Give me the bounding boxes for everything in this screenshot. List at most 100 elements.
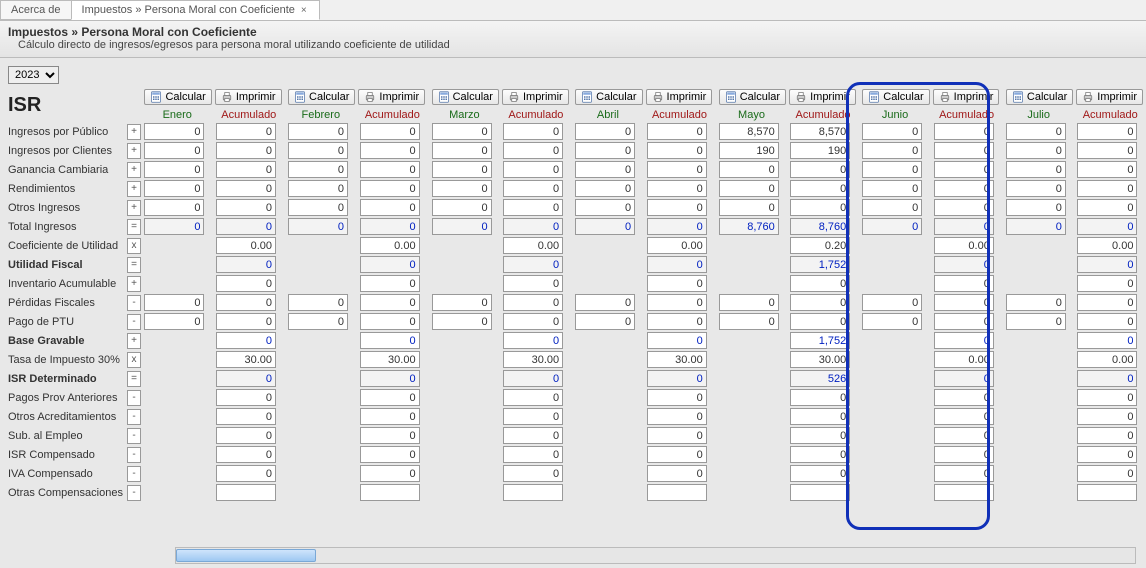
calc-button[interactable]: Calcular: [432, 89, 499, 105]
acum-field[interactable]: [503, 446, 563, 463]
acum-field[interactable]: [503, 370, 563, 387]
month-field[interactable]: [288, 218, 348, 235]
acum-field[interactable]: [1077, 180, 1137, 197]
month-field[interactable]: [1006, 142, 1066, 159]
acum-field[interactable]: [503, 313, 563, 330]
acum-field[interactable]: [934, 389, 994, 406]
acum-field[interactable]: [934, 351, 994, 368]
acum-field[interactable]: [216, 218, 276, 235]
month-field[interactable]: [144, 161, 204, 178]
acum-field[interactable]: [790, 370, 850, 387]
acum-field[interactable]: [934, 142, 994, 159]
acum-field[interactable]: [216, 332, 276, 349]
acum-field[interactable]: [934, 427, 994, 444]
acum-field[interactable]: [360, 313, 420, 330]
acum-field[interactable]: [1077, 256, 1137, 273]
acum-field[interactable]: [503, 218, 563, 235]
acum-field[interactable]: [360, 275, 420, 292]
month-field[interactable]: [432, 313, 492, 330]
month-field[interactable]: [575, 218, 635, 235]
acum-field[interactable]: [1077, 237, 1137, 254]
acum-field[interactable]: [1077, 427, 1137, 444]
month-field[interactable]: [575, 313, 635, 330]
acum-field[interactable]: [360, 294, 420, 311]
print-button[interactable]: Imprimir: [1076, 89, 1143, 105]
acum-field[interactable]: [790, 389, 850, 406]
acum-field[interactable]: [216, 294, 276, 311]
acum-field[interactable]: [503, 275, 563, 292]
month-field[interactable]: [432, 161, 492, 178]
month-field[interactable]: [575, 123, 635, 140]
acum-field[interactable]: [790, 294, 850, 311]
month-field[interactable]: [1006, 199, 1066, 216]
month-field[interactable]: [144, 218, 204, 235]
calc-button[interactable]: Calcular: [862, 89, 929, 105]
month-field[interactable]: [1006, 123, 1066, 140]
acum-field[interactable]: [360, 142, 420, 159]
acum-field[interactable]: [647, 351, 707, 368]
month-field[interactable]: [1006, 218, 1066, 235]
acum-field[interactable]: [934, 218, 994, 235]
acum-field[interactable]: [790, 256, 850, 273]
month-field[interactable]: [144, 199, 204, 216]
month-field[interactable]: [719, 294, 779, 311]
month-field[interactable]: [862, 123, 922, 140]
acum-field[interactable]: [360, 123, 420, 140]
month-field[interactable]: [144, 123, 204, 140]
acum-field[interactable]: [360, 332, 420, 349]
month-field[interactable]: [1006, 313, 1066, 330]
acum-field[interactable]: [216, 484, 276, 501]
acum-field[interactable]: [1077, 332, 1137, 349]
calc-button[interactable]: Calcular: [144, 89, 211, 105]
month-field[interactable]: [144, 313, 204, 330]
acum-field[interactable]: [503, 408, 563, 425]
acum-field[interactable]: [647, 161, 707, 178]
acum-field[interactable]: [503, 123, 563, 140]
month-field[interactable]: [862, 294, 922, 311]
month-field[interactable]: [1006, 294, 1066, 311]
acum-field[interactable]: [1077, 294, 1137, 311]
acum-field[interactable]: [1077, 484, 1137, 501]
acum-field[interactable]: [1077, 351, 1137, 368]
acum-field[interactable]: [934, 294, 994, 311]
scrollbar-thumb[interactable]: [176, 549, 316, 562]
acum-field[interactable]: [360, 237, 420, 254]
acum-field[interactable]: [216, 180, 276, 197]
acum-field[interactable]: [360, 351, 420, 368]
acum-field[interactable]: [934, 446, 994, 463]
month-field[interactable]: [432, 199, 492, 216]
acum-field[interactable]: [360, 389, 420, 406]
acum-field[interactable]: [360, 218, 420, 235]
horizontal-scrollbar[interactable]: [175, 547, 1136, 564]
acum-field[interactable]: [360, 446, 420, 463]
acum-field[interactable]: [934, 256, 994, 273]
calc-button[interactable]: Calcular: [1006, 89, 1073, 105]
acum-field[interactable]: [1077, 446, 1137, 463]
month-field[interactable]: [862, 161, 922, 178]
calc-button[interactable]: Calcular: [575, 89, 642, 105]
month-field[interactable]: [575, 180, 635, 197]
acum-field[interactable]: [790, 237, 850, 254]
month-field[interactable]: [862, 180, 922, 197]
acum-field[interactable]: [503, 294, 563, 311]
month-field[interactable]: [288, 123, 348, 140]
acum-field[interactable]: [647, 446, 707, 463]
month-field[interactable]: [432, 218, 492, 235]
acum-field[interactable]: [216, 408, 276, 425]
acum-field[interactable]: [647, 313, 707, 330]
month-field[interactable]: [719, 218, 779, 235]
month-field[interactable]: [432, 142, 492, 159]
grid-scroll[interactable]: ISRCalcularImprimirCalcularImprimirCalcu…: [0, 88, 1146, 568]
acum-field[interactable]: [934, 408, 994, 425]
month-field[interactable]: [1006, 180, 1066, 197]
print-button[interactable]: Imprimir: [789, 89, 856, 105]
acum-field[interactable]: [934, 237, 994, 254]
month-field[interactable]: [144, 142, 204, 159]
acum-field[interactable]: [790, 332, 850, 349]
month-field[interactable]: [288, 313, 348, 330]
acum-field[interactable]: [790, 275, 850, 292]
acum-field[interactable]: [503, 237, 563, 254]
acum-field[interactable]: [503, 180, 563, 197]
month-field[interactable]: [719, 161, 779, 178]
acum-field[interactable]: [360, 484, 420, 501]
